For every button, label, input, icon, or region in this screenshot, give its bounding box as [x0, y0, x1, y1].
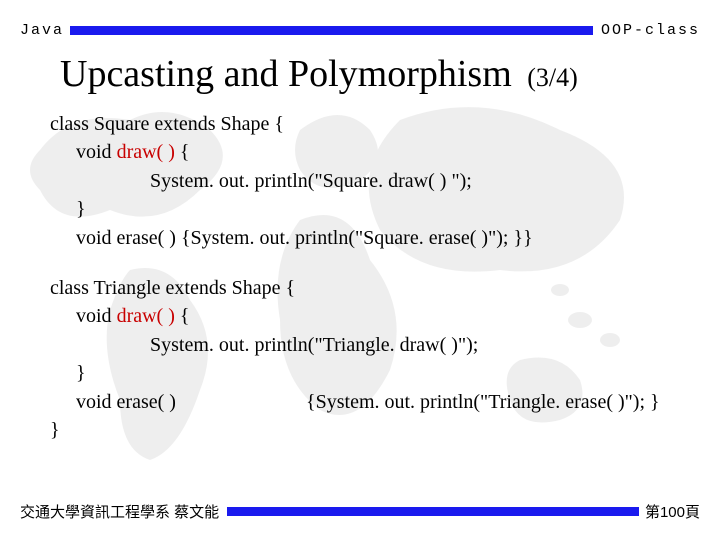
code-content: class Square extends Shape { void draw( … — [50, 110, 690, 466]
footer-page-number: 第100頁 — [645, 501, 700, 522]
code-line: } — [50, 416, 690, 444]
code-line: void erase( ) {System. out. println("Squ… — [50, 224, 690, 252]
highlighted-method: draw( ) — [117, 305, 175, 327]
slide-title: Upcasting and Polymorphism (3/4) — [60, 52, 690, 96]
code-line: class Square extends Shape { — [50, 110, 690, 138]
title-main: Upcasting and Polymorphism — [60, 53, 512, 95]
footer-rule — [227, 507, 639, 516]
footer-left-label: 交通大學資訊工程學系 蔡文能 — [20, 501, 219, 522]
header-bar: Java OOP-class — [20, 22, 700, 39]
code-line: class Triangle extends Shape { — [50, 274, 690, 302]
code-block-square: class Square extends Shape { void draw( … — [50, 110, 690, 252]
code-line: void erase( ) {System. out. println("Tri… — [50, 388, 690, 416]
code-block-triangle: class Triangle extends Shape { void draw… — [50, 274, 690, 444]
code-line: void draw( ) { — [50, 138, 690, 166]
header-left-label: Java — [20, 22, 64, 39]
title-pager: (3/4) — [527, 63, 578, 92]
highlighted-method: draw( ) — [117, 141, 175, 163]
code-line: System. out. println("Square. draw( ) ")… — [50, 167, 690, 195]
code-line: } — [50, 359, 690, 387]
code-line: System. out. println("Triangle. draw( )"… — [50, 331, 690, 359]
header-rule — [70, 26, 593, 35]
code-line: } — [50, 195, 690, 223]
code-line: void draw( ) { — [50, 302, 690, 330]
footer-bar: 交通大學資訊工程學系 蔡文能 第100頁 — [20, 501, 700, 522]
header-right-label: OOP-class — [601, 22, 700, 39]
